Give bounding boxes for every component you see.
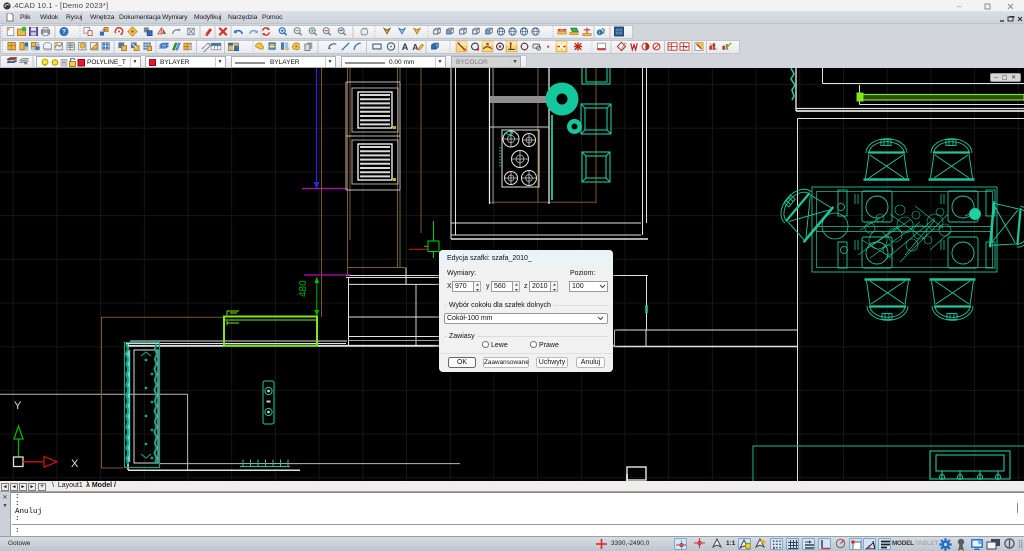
svg-text:X: X bbox=[71, 458, 79, 470]
svg-text:A: A bbox=[412, 43, 418, 52]
svg-text:480: 480 bbox=[298, 280, 309, 297]
svg-text:A: A bbox=[402, 42, 409, 52]
svg-text:?: ? bbox=[62, 29, 66, 36]
svg-text:i: i bbox=[599, 30, 600, 36]
svg-text:Y: Y bbox=[14, 400, 22, 412]
